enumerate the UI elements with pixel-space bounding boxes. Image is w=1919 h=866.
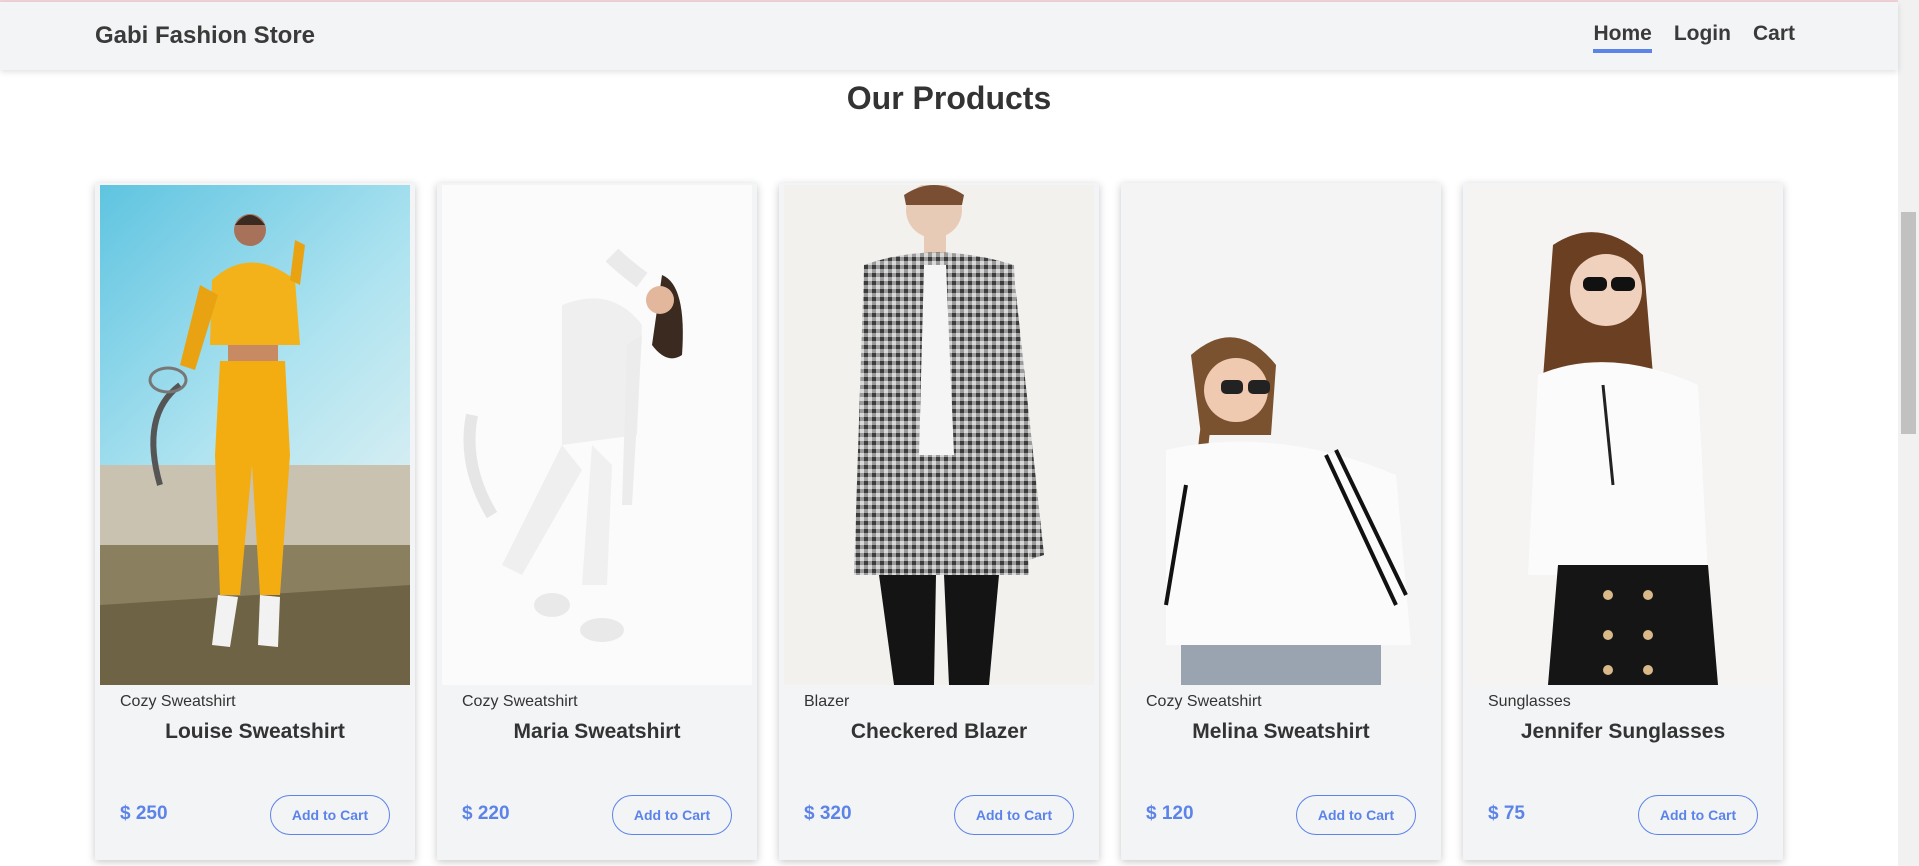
product-category: Sunglasses	[1488, 693, 1571, 710]
product-price: $ 120	[1146, 803, 1194, 824]
nav-link-home[interactable]: Home	[1593, 22, 1652, 53]
add-to-cart-button[interactable]: Add to Cart	[954, 795, 1074, 835]
product-price: $ 75	[1488, 803, 1525, 824]
product-image[interactable]	[100, 185, 410, 685]
product-photo-jennifer	[1468, 185, 1778, 685]
product-card: Cozy Sweatshirt Louise Sweatshirt $ 250 …	[95, 183, 415, 860]
nav-link-cart[interactable]: Cart	[1753, 22, 1795, 53]
product-photo-louise	[100, 185, 410, 685]
product-category: Blazer	[804, 693, 850, 710]
nav-link-login[interactable]: Login	[1674, 22, 1731, 53]
product-card: Cozy Sweatshirt Melina Sweatshirt $ 120 …	[1121, 183, 1441, 860]
page-title: Our Products	[846, 80, 1052, 116]
navbar: Gabi Fashion Store Home Login Cart	[0, 2, 1898, 70]
product-price: $ 320	[804, 803, 852, 824]
product-price: $ 220	[462, 803, 510, 824]
vertical-scrollbar[interactable]	[1898, 0, 1919, 866]
product-photo-maria	[442, 185, 752, 685]
product-price: $ 250	[120, 803, 168, 824]
add-to-cart-button[interactable]: Add to Cart	[612, 795, 732, 835]
product-name[interactable]: Checkered Blazer	[779, 720, 1099, 744]
product-card: Cozy Sweatshirt Maria Sweatshirt $ 220 A…	[437, 183, 757, 860]
product-image[interactable]	[784, 185, 1094, 685]
product-image[interactable]	[442, 185, 752, 685]
product-card: Blazer Checkered Blazer $ 320 Add to Car…	[779, 183, 1099, 860]
product-category: Cozy Sweatshirt	[120, 693, 236, 710]
product-image[interactable]	[1468, 185, 1778, 685]
product-grid: Cozy Sweatshirt Louise Sweatshirt $ 250 …	[95, 183, 1783, 860]
add-to-cart-button[interactable]: Add to Cart	[1638, 795, 1758, 835]
product-name[interactable]: Jennifer Sunglasses	[1463, 720, 1783, 744]
brand-logo-text[interactable]: Gabi Fashion Store	[95, 22, 315, 50]
nav-links: Home Login Cart	[1593, 22, 1795, 53]
scrollbar-thumb[interactable]	[1901, 212, 1916, 434]
product-category: Cozy Sweatshirt	[1146, 693, 1262, 710]
product-category: Cozy Sweatshirt	[462, 693, 578, 710]
product-photo-melina	[1126, 185, 1436, 685]
product-name[interactable]: Louise Sweatshirt	[95, 720, 415, 744]
product-name[interactable]: Maria Sweatshirt	[437, 720, 757, 744]
product-name[interactable]: Melina Sweatshirt	[1121, 720, 1441, 744]
product-photo-checkered-blazer	[784, 185, 1094, 685]
add-to-cart-button[interactable]: Add to Cart	[270, 795, 390, 835]
product-image[interactable]	[1126, 185, 1436, 685]
add-to-cart-button[interactable]: Add to Cart	[1296, 795, 1416, 835]
product-card: Sunglasses Jennifer Sunglasses $ 75 Add …	[1463, 183, 1783, 860]
